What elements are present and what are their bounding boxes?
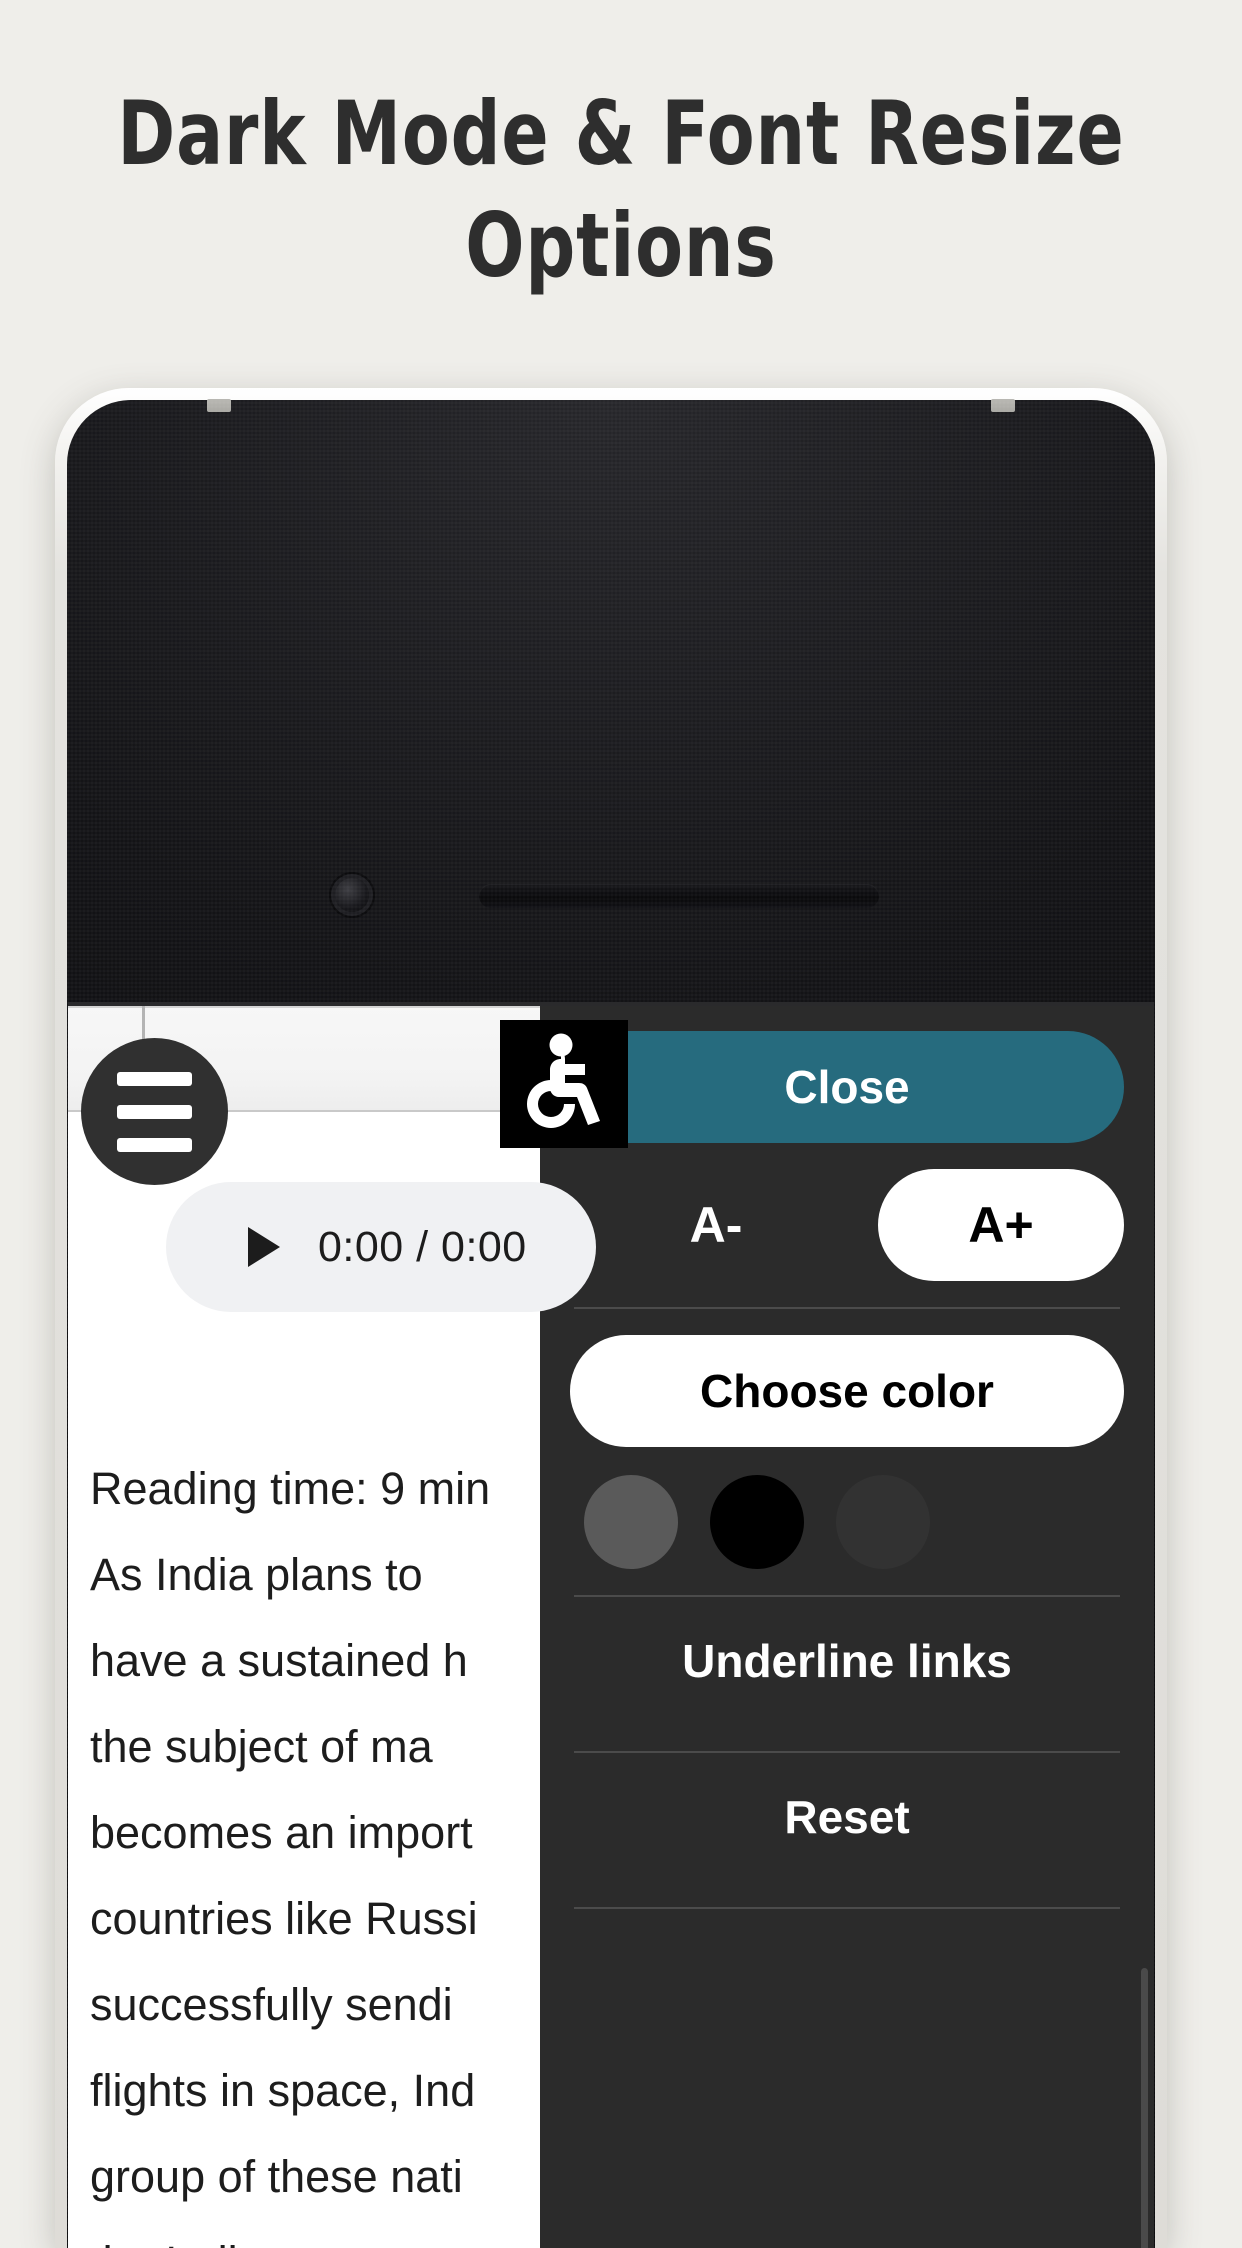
choose-color-button[interactable]: Choose color [570, 1335, 1124, 1447]
close-button[interactable]: Close [570, 1031, 1124, 1143]
article-line: have a sustained h [90, 1635, 468, 1686]
font-increase-button[interactable]: A+ [878, 1169, 1124, 1281]
underline-links-button[interactable]: Underline links [570, 1597, 1124, 1725]
color-swatch-dark[interactable] [836, 1475, 930, 1569]
article-reading-time: Reading time: 9 min [90, 1463, 491, 1514]
article-pane: 0:00 / 0:00 Reading time: 9 min As India… [68, 1006, 628, 2248]
front-camera-icon [335, 878, 369, 912]
divider [574, 1907, 1120, 1909]
reset-button[interactable]: Reset [570, 1753, 1124, 1881]
antenna-notch-left [207, 399, 231, 412]
color-swatch-row [570, 1475, 1124, 1569]
wheelchair-accessibility-icon[interactable] [500, 1020, 628, 1148]
audio-time-label: 0:00 / 0:00 [318, 1222, 527, 1271]
article-line: the subject of ma [90, 1721, 433, 1772]
hamburger-bar-3 [117, 1137, 192, 1152]
divider [574, 1307, 1120, 1309]
article-line: As India plans to [90, 1549, 423, 1600]
app-screen: 0:00 / 0:00 Reading time: 9 min As India… [68, 1006, 1154, 2248]
font-size-row: A- A+ [570, 1169, 1124, 1281]
article-body: Reading time: 9 min As India plans to ha… [68, 1446, 610, 2248]
article-line: group of these nati [90, 2151, 463, 2202]
page-title-line-1: Dark Mode & Font Resize [117, 82, 1125, 185]
article-line: countries like Russi [90, 1893, 478, 1944]
antenna-notch-right [991, 399, 1015, 412]
color-swatch-black[interactable] [710, 1475, 804, 1569]
panel-scrollbar[interactable] [1141, 1968, 1148, 2248]
hamburger-bar-2 [117, 1104, 192, 1119]
play-triangle-icon[interactable] [248, 1227, 280, 1267]
earpiece-speaker-icon [479, 884, 879, 908]
color-swatch-grey[interactable] [584, 1475, 678, 1569]
article-line: the Indian space se [90, 2220, 610, 2248]
article-line: successfully sendi [90, 1979, 453, 2030]
article-line: flights in space, Ind [90, 2065, 476, 2116]
page-title: Dark Mode & Font Resize Options [75, 78, 1168, 302]
app-bar-top-divider [68, 1006, 540, 1008]
page-title-line-2: Options [465, 194, 777, 297]
hamburger-bar-1 [117, 1071, 192, 1086]
audio-player[interactable]: 0:00 / 0:00 [166, 1182, 596, 1312]
hamburger-menu-icon[interactable] [81, 1038, 228, 1185]
font-decrease-button[interactable]: A- [570, 1196, 862, 1254]
phone-mockup: 0:00 / 0:00 Reading time: 9 min As India… [55, 388, 1167, 2248]
article-line: becomes an import [90, 1807, 473, 1858]
accessibility-panel: Close A- A+ Choose color Underline links… [540, 1006, 1154, 2248]
